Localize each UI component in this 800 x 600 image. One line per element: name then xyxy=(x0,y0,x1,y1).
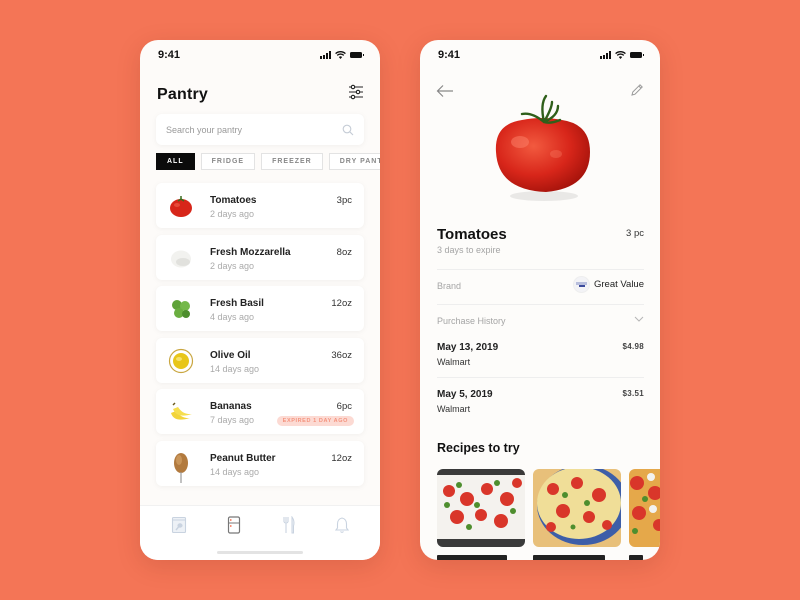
sliders-icon[interactable] xyxy=(348,84,364,100)
item-age: 2 days ago xyxy=(210,209,255,219)
wifi-icon xyxy=(335,51,346,59)
pantry-list: Tomatoes 2 days ago 3pc Fresh Mozzarella… xyxy=(156,183,364,492)
signal-icon xyxy=(320,51,331,59)
expired-badge: EXPIRED 1 DAY AGO xyxy=(276,416,354,426)
tab-bar xyxy=(140,505,380,560)
item-name: Olive Oil xyxy=(210,349,251,361)
list-item[interactable]: Fresh Basil 4 days ago 12oz xyxy=(156,286,364,331)
brand-label: Brand xyxy=(437,281,462,291)
recipe-book-icon[interactable] xyxy=(170,516,188,534)
search-icon[interactable] xyxy=(342,124,354,136)
item-age: 14 days ago xyxy=(210,363,260,374)
chip-dry-pantry[interactable]: DRY PANTRY xyxy=(328,153,380,170)
item-name: Peanut Butter xyxy=(210,452,276,464)
divider xyxy=(437,269,644,270)
item-qty: 12oz xyxy=(331,298,352,309)
status-bar: 9:41 xyxy=(140,40,380,70)
list-item[interactable]: Fresh Mozzarella 2 days ago 8oz xyxy=(156,234,364,280)
list-item[interactable]: Olive Oil 14 days ago 36oz xyxy=(156,337,364,383)
recipe-label-clipped xyxy=(437,555,507,560)
page-title: Pantry xyxy=(157,86,208,103)
purchase-date: May 5, 2019 xyxy=(437,389,493,400)
item-age: 4 days ago xyxy=(210,312,255,322)
purchase-price: $3.51 xyxy=(622,389,644,398)
purchase-price: $4.98 xyxy=(622,342,644,351)
recipes-carousel xyxy=(437,469,660,547)
recipe-label-clipped xyxy=(629,555,643,560)
brand-value: Great Value xyxy=(573,276,644,293)
fridge-icon[interactable] xyxy=(225,516,243,534)
item-name: Fresh Mozzarella xyxy=(210,246,291,258)
search-bar xyxy=(156,114,364,145)
divider xyxy=(437,304,644,305)
item-age: 14 days ago xyxy=(210,466,260,477)
home-indicator xyxy=(217,551,303,554)
battery-icon xyxy=(630,52,644,58)
recipe-card-caprese[interactable] xyxy=(437,469,525,547)
item-age: 2 days ago xyxy=(210,260,255,271)
purchase-history-label[interactable]: Purchase History xyxy=(437,316,506,326)
bananas-thumbnail xyxy=(171,402,192,420)
divider xyxy=(437,377,644,378)
item-name: Bananas xyxy=(210,401,252,412)
pantry-screen: 9:41 Pantry ALL FRIDGE FREEZER DRY PANTR… xyxy=(140,40,380,560)
list-item[interactable]: Bananas 7 days ago 6pc EXPIRED 1 DAY AGO xyxy=(156,389,364,434)
item-qty: 6pc xyxy=(336,401,352,412)
recipe-card-tart[interactable] xyxy=(533,469,621,547)
tomato-hero-image xyxy=(495,94,590,201)
chip-fridge[interactable]: FRIDGE xyxy=(200,153,256,170)
tomato-thumbnail xyxy=(170,196,192,217)
recipes-heading: Recipes to try xyxy=(437,441,520,455)
filter-chips: ALL FRIDGE FREEZER DRY PANTRY xyxy=(156,153,380,170)
arrow-left-icon[interactable] xyxy=(436,84,454,98)
purchase-store: Walmart xyxy=(437,357,471,367)
chevron-down-icon[interactable] xyxy=(634,316,644,322)
chip-all[interactable]: ALL xyxy=(156,153,195,170)
bell-icon[interactable] xyxy=(333,516,351,534)
mozzarella-thumbnail xyxy=(171,250,191,267)
signal-icon xyxy=(600,51,611,59)
item-detail-screen: 9:41 Tomatoes 3 days to expire 3 pc Bran… xyxy=(420,40,660,560)
battery-icon xyxy=(350,52,364,58)
recipe-card-salad[interactable] xyxy=(629,469,660,547)
purchase-store: Walmart xyxy=(437,404,471,414)
peanut-butter-thumbnail xyxy=(174,452,188,483)
item-qty: 12oz xyxy=(331,452,352,464)
chip-freezer[interactable]: FREEZER xyxy=(261,153,323,170)
status-bar: 9:41 xyxy=(420,40,660,70)
status-time: 9:41 xyxy=(158,49,181,61)
wifi-icon xyxy=(615,51,626,59)
brand-logo-icon xyxy=(573,276,590,293)
purchase-date: May 13, 2019 xyxy=(437,342,499,353)
olive-oil-thumbnail xyxy=(168,348,194,373)
basil-thumbnail xyxy=(172,300,190,318)
recipe-label-clipped xyxy=(533,555,605,560)
list-item[interactable]: Peanut Butter 14 days ago 12oz xyxy=(156,440,364,486)
list-item[interactable]: Tomatoes 2 days ago 3pc xyxy=(156,183,364,228)
item-qty: 3pc xyxy=(336,195,352,206)
product-qty: 3 pc xyxy=(626,228,644,239)
item-name: Tomatoes xyxy=(210,195,257,206)
search-input[interactable] xyxy=(166,124,326,135)
brand-name: Great Value xyxy=(594,279,644,290)
item-qty: 8oz xyxy=(336,246,352,258)
item-name: Fresh Basil xyxy=(210,298,264,309)
status-time: 9:41 xyxy=(438,49,461,61)
product-name: Tomatoes xyxy=(437,226,507,243)
item-age: 7 days ago xyxy=(210,415,255,425)
pencil-icon[interactable] xyxy=(630,83,644,97)
fork-knife-icon[interactable] xyxy=(280,516,298,534)
item-qty: 36oz xyxy=(331,349,352,361)
expiry-text: 3 days to expire xyxy=(437,245,501,255)
